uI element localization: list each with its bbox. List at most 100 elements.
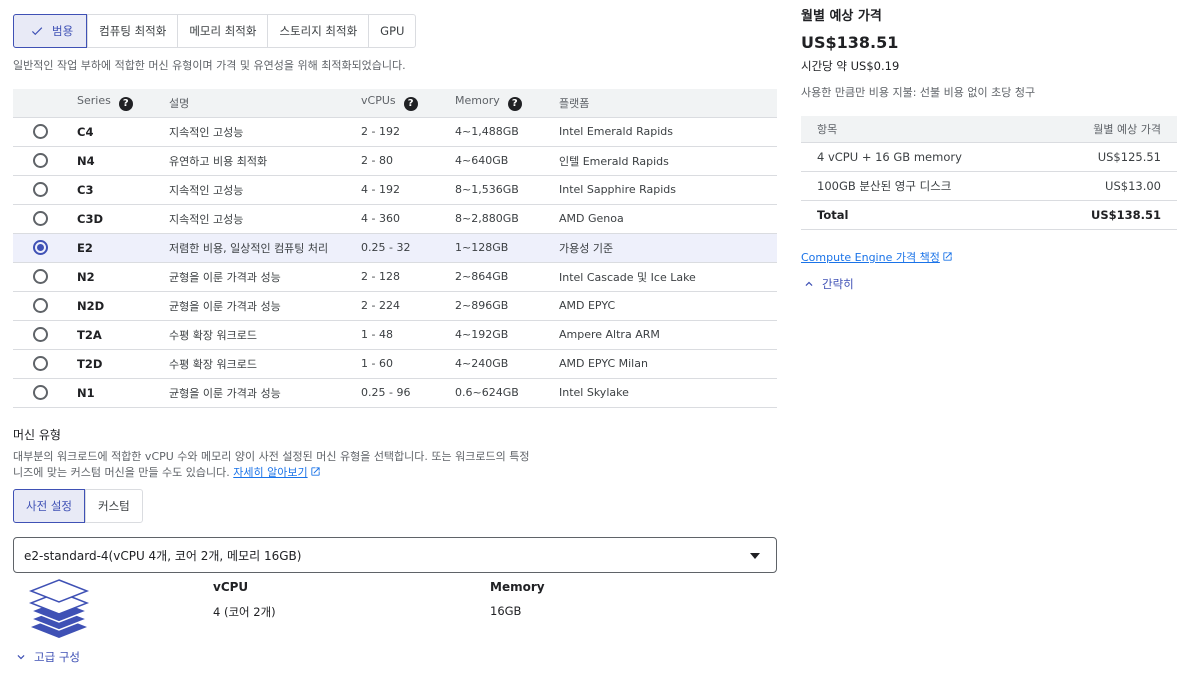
series-description: 수평 확장 워크로드 xyxy=(169,320,361,350)
series-vcpus: 2 - 224 xyxy=(361,291,455,321)
series-radio xyxy=(13,320,77,350)
header-platform: 플랫폼 xyxy=(559,89,777,118)
series-platform: AMD Genoa xyxy=(559,204,777,234)
radio-button[interactable] xyxy=(33,124,48,139)
series-description: 균형을 이룬 가격과 성능 xyxy=(169,291,361,321)
table-row[interactable]: C4 지속적인 고성능 2 - 192 4~1,488GB Intel Emerald … xyxy=(13,117,777,147)
help-icon[interactable]: ? xyxy=(403,97,418,112)
series-platform: Ampere Altra ARM xyxy=(559,320,777,350)
table-row[interactable]: C3D 지속적인 고성능 4 - 360 8~2,880GB AMD Genoa xyxy=(13,204,777,234)
table-row[interactable]: T2A 수평 확장 워크로드 1 - 48 4~192GB Ampere Altra A… xyxy=(13,320,777,350)
header-memory: Memory? xyxy=(455,89,559,118)
help-icon[interactable]: ? xyxy=(118,97,133,112)
series-radio xyxy=(13,204,77,234)
series-vcpus: 2 - 80 xyxy=(361,146,455,176)
series-radio xyxy=(13,175,77,205)
collapse-toggle[interactable]: 간략히 xyxy=(802,276,854,292)
tab-gpu[interactable]: GPU xyxy=(368,15,415,47)
series-platform: Intel Cascade 및 Ice Lake xyxy=(559,262,777,292)
radio-button[interactable] xyxy=(33,153,48,168)
series-memory: 1~128GB xyxy=(455,233,559,263)
radio-button[interactable] xyxy=(33,269,48,284)
learn-more-label: 자세히 알아보기 xyxy=(233,466,308,479)
machine-type-select[interactable]: e2-standard-4(vCPU 4개, 코어 2개, 메모리 16GB) xyxy=(13,537,777,573)
collapse-label: 간략히 xyxy=(822,277,854,291)
series-platform: AMD EPYC Milan xyxy=(559,349,777,379)
series-description: 지속적인 고성능 xyxy=(169,117,361,147)
memory-label: Memory xyxy=(490,580,545,594)
cost-header-amount: 월별 예상 가격 xyxy=(1039,116,1177,143)
table-row[interactable]: N1 균형을 이룬 가격과 성능 0.25 - 96 0.6~624GB Intel S… xyxy=(13,378,777,408)
machine-type-title: 머신 유형 xyxy=(13,428,61,442)
radio-button[interactable] xyxy=(33,211,48,226)
series-platform: 인텔 Emerald Rapids xyxy=(559,146,777,176)
series-name: C3 xyxy=(77,175,169,205)
cost-total-row: Total US$138.51 xyxy=(801,200,1177,230)
series-name: N1 xyxy=(77,378,169,408)
series-radio xyxy=(13,291,77,321)
check-icon xyxy=(31,27,43,36)
series-platform: Intel Emerald Rapids xyxy=(559,117,777,147)
series-description: 균형을 이룬 가격과 성능 xyxy=(169,378,361,408)
machine-family-tabs: 범용 컴퓨팅 최적화 메모리 최적화 스토리지 최적화 GPU xyxy=(13,14,417,48)
series-name: N2 xyxy=(77,262,169,292)
series-description: 지속적인 고성능 xyxy=(169,175,361,205)
series-platform: Intel Skylake xyxy=(559,378,777,408)
series-vcpus: 4 - 360 xyxy=(361,204,455,234)
cost-row: 100GB 분산된 영구 디스크 US$13.00 xyxy=(801,171,1177,201)
series-vcpus: 1 - 60 xyxy=(361,349,455,379)
advanced-config-label: 고급 구성 xyxy=(34,650,80,664)
series-description: 수평 확장 워크로드 xyxy=(169,349,361,379)
advanced-config-toggle[interactable]: 고급 구성 xyxy=(14,649,80,665)
external-link-icon xyxy=(310,467,320,476)
radio-button[interactable] xyxy=(33,240,48,255)
table-row[interactable]: C3 지속적인 고성능 4 - 192 8~1,536GB Intel Sapphire… xyxy=(13,175,777,205)
learn-more-link[interactable]: 자세히 알아보기 xyxy=(233,466,320,479)
tab-custom[interactable]: 커스텀 xyxy=(84,490,142,522)
series-memory: 2~896GB xyxy=(455,291,559,321)
help-icon[interactable]: ? xyxy=(507,97,522,112)
series-memory: 4~240GB xyxy=(455,349,559,379)
cost-header-item: 항목 xyxy=(801,116,1040,143)
tab-preset[interactable]: 사전 설정 xyxy=(13,489,85,523)
pricing-link-label: Compute Engine 가격 책정 xyxy=(801,251,940,264)
series-vcpus: 1 - 48 xyxy=(361,320,455,350)
series-description: 지속적인 고성능 xyxy=(169,204,361,234)
machine-type-description: 대부분의 워크로드에 적합한 vCPU 수와 메모리 양이 사전 설정된 머신 … xyxy=(13,449,533,481)
table-row[interactable]: N2D 균형을 이룬 가격과 성능 2 - 224 2~896GB AMD EPYC xyxy=(13,291,777,321)
tab-general-purpose[interactable]: 범용 xyxy=(13,14,88,48)
cost-item: 4 vCPU + 16 GB memory xyxy=(801,142,1040,172)
radio-button[interactable] xyxy=(33,298,48,313)
pricing-total: US$138.51 xyxy=(801,33,899,52)
series-name: N4 xyxy=(77,146,169,176)
header-description: 설명 xyxy=(169,89,361,118)
table-row[interactable]: N4 유연하고 비용 최적화 2 - 80 4~640GB 인텔 Emerald Rap… xyxy=(13,146,777,176)
compute-engine-pricing-link[interactable]: Compute Engine 가격 책정 xyxy=(801,249,953,265)
header-series-label: Series xyxy=(77,94,111,108)
radio-button[interactable] xyxy=(33,182,48,197)
series-name: C4 xyxy=(77,117,169,147)
table-header-row: Series? 설명 vCPUs? Memory? 플랫폼 xyxy=(13,89,777,118)
series-name: N2D xyxy=(77,291,169,321)
series-memory: 4~192GB xyxy=(455,320,559,350)
series-description: 균형을 이룬 가격과 성능 xyxy=(169,262,361,292)
series-memory: 4~640GB xyxy=(455,146,559,176)
radio-button[interactable] xyxy=(33,327,48,342)
tab-compute-optimized[interactable]: 컴퓨팅 최적화 xyxy=(87,15,177,47)
radio-button[interactable] xyxy=(33,356,48,371)
series-description: 저렴한 비용, 일상적인 컴퓨팅 처리 xyxy=(169,233,361,263)
header-vcpus: vCPUs? xyxy=(361,89,455,118)
vcpu-label: vCPU xyxy=(213,580,249,594)
radio-button[interactable] xyxy=(33,385,48,400)
tab-memory-optimized[interactable]: 메모리 최적화 xyxy=(177,15,267,47)
table-row[interactable]: E2 저렴한 비용, 일상적인 컴퓨팅 처리 0.25 - 32 1~128GB 가용성… xyxy=(13,233,777,263)
table-row[interactable]: T2D 수평 확장 워크로드 1 - 60 4~240GB AMD EPYC Milan xyxy=(13,349,777,379)
series-radio xyxy=(13,233,77,263)
table-row[interactable]: N2 균형을 이룬 가격과 성능 2 - 128 2~864GB Intel Casca… xyxy=(13,262,777,292)
external-link-icon xyxy=(943,252,952,261)
header-vcpus-label: vCPUs xyxy=(361,94,396,108)
vcpu-value: 4 (코어 2개) xyxy=(213,605,276,619)
machine-type-tabs: 사전 설정 커스텀 xyxy=(13,489,143,523)
tab-storage-optimized[interactable]: 스토리지 최적화 xyxy=(267,15,368,47)
cost-amount: US$125.51 xyxy=(1039,142,1177,172)
